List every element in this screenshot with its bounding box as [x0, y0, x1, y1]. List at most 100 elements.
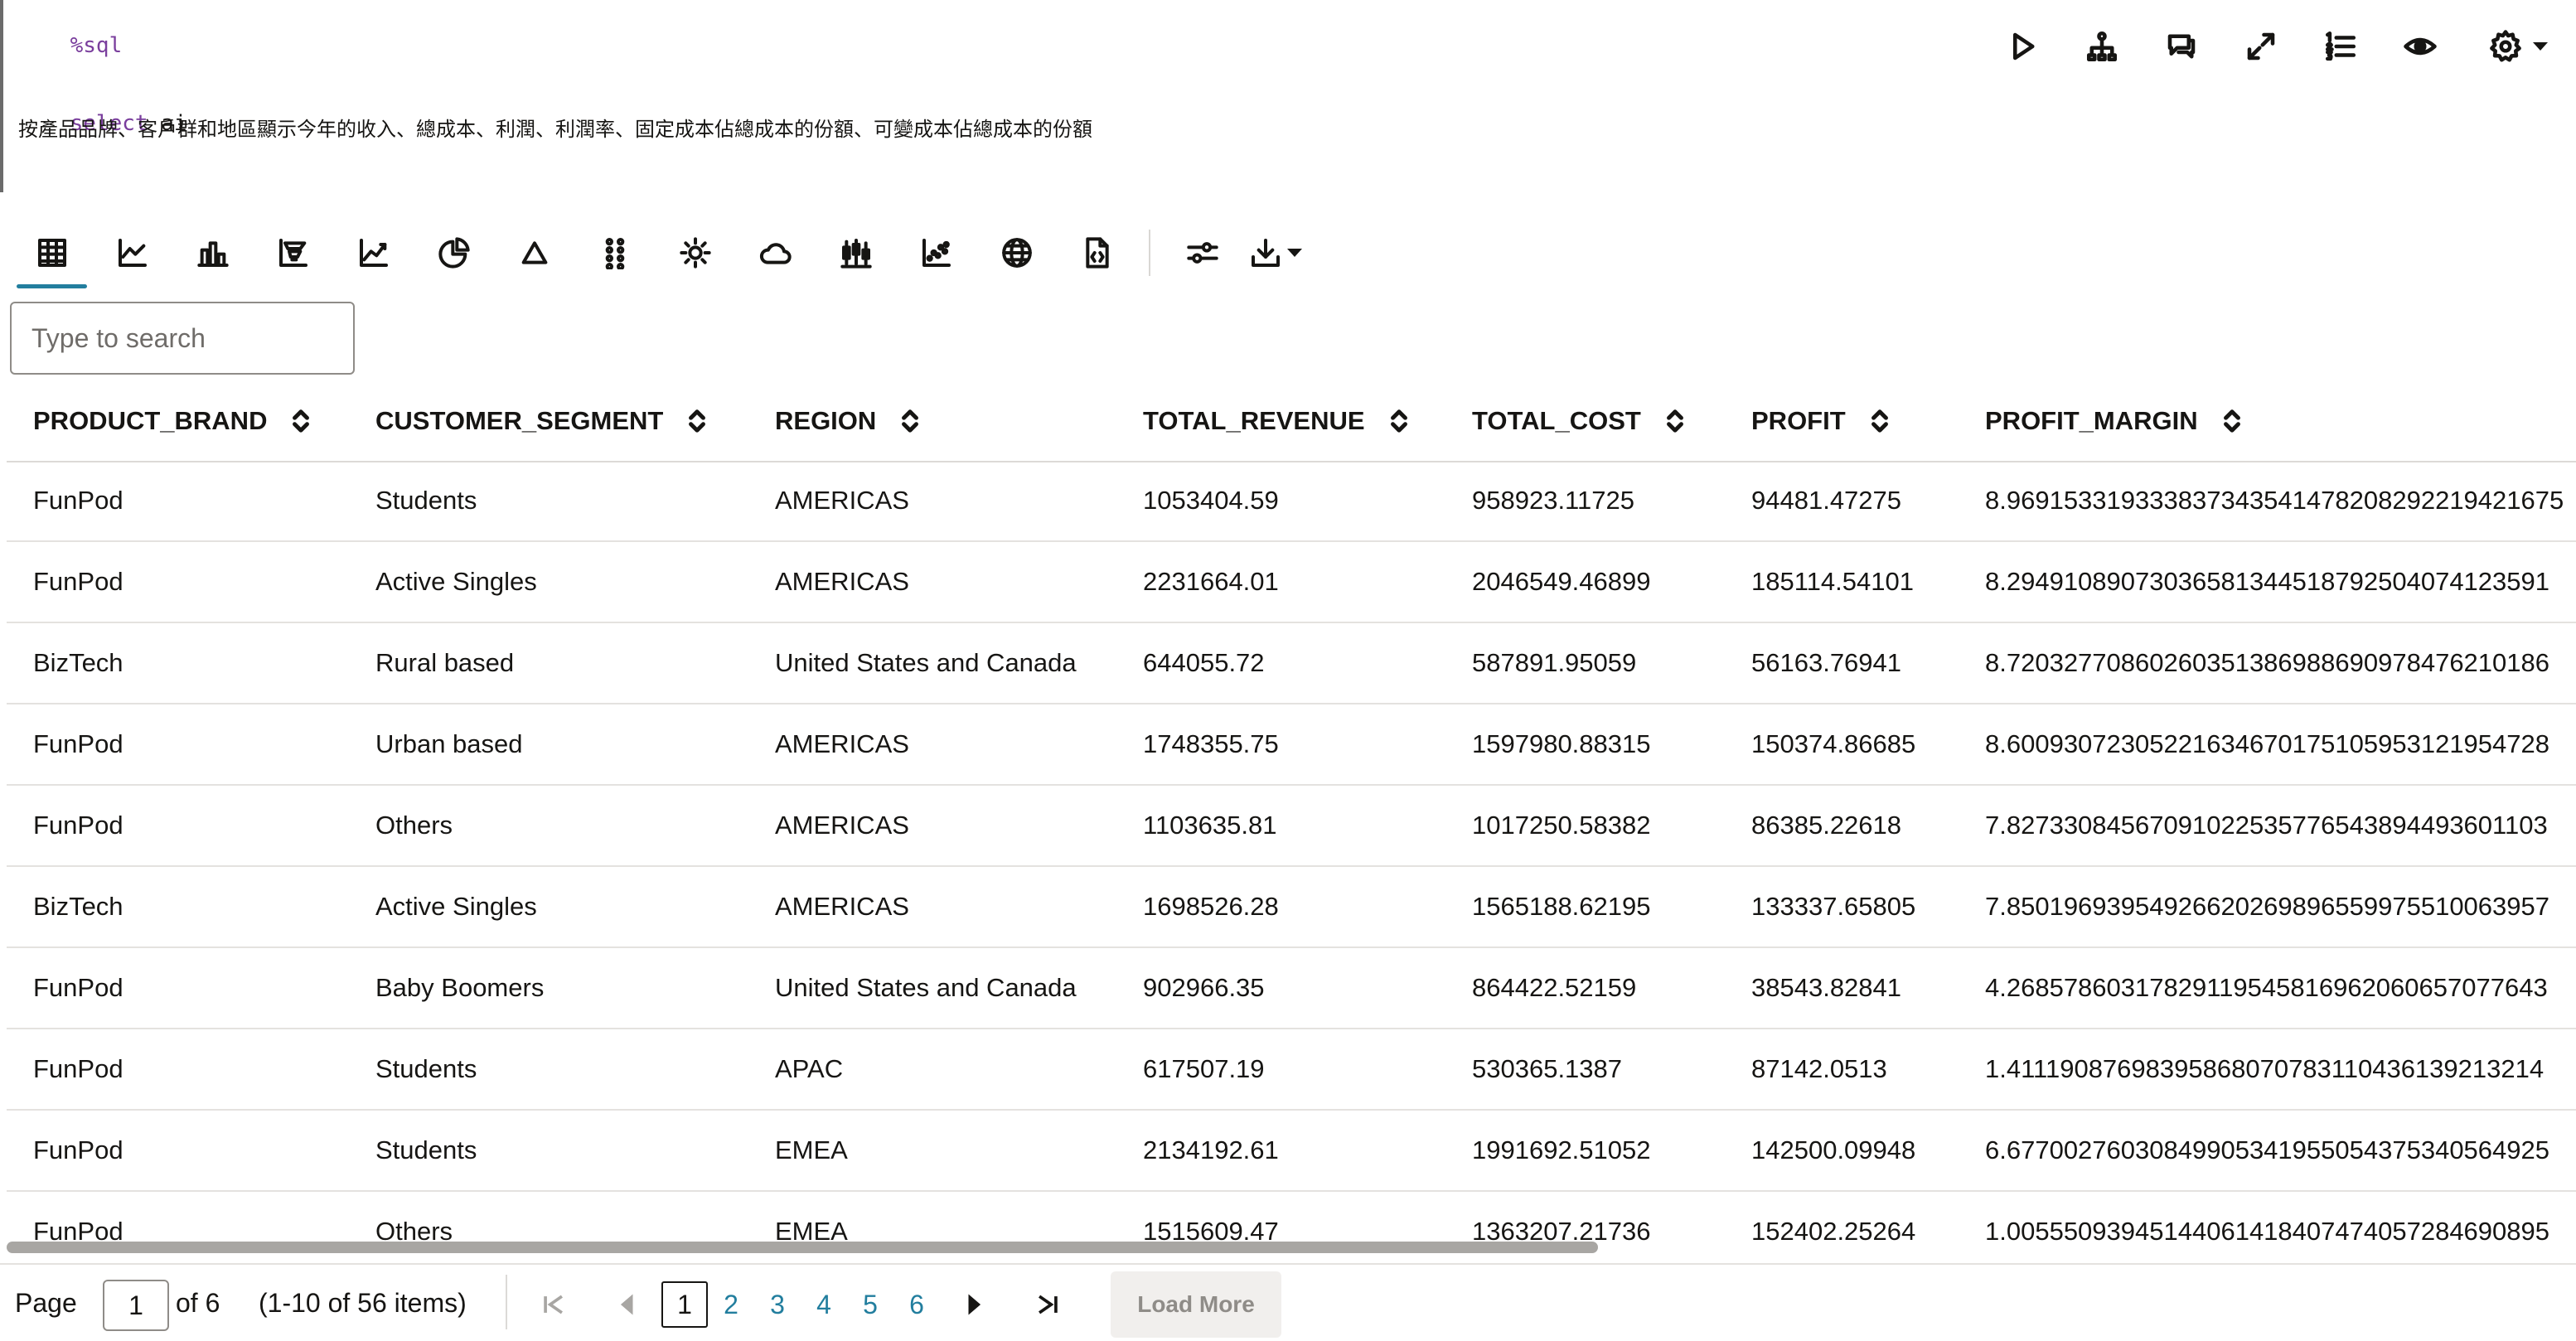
chevron-down-icon — [1287, 249, 1302, 257]
fullscreen-button[interactable] — [2221, 22, 2301, 71]
cell-total-cost: 587891.95059 — [1472, 648, 1637, 677]
cell-profit: 150374.86685 — [1751, 729, 1916, 758]
cell-customer-segment: Baby Boomers — [375, 973, 545, 1002]
sort-icon[interactable] — [686, 409, 708, 433]
numbered-list-icon — [2325, 31, 2356, 61]
line-chart-button[interactable] — [92, 217, 172, 288]
column-header-total-revenue[interactable]: TOTAL_REVENUE — [1143, 381, 1410, 461]
sort-icon[interactable] — [290, 409, 312, 433]
cell-total-cost: 1017250.58382 — [1472, 811, 1651, 840]
triangle-chart-button[interactable] — [494, 217, 574, 288]
cell-total-cost: 864422.52159 — [1472, 973, 1637, 1002]
cell-total-cost: 2046549.46899 — [1472, 567, 1651, 596]
cell-customer-segment: Urban based — [375, 729, 523, 758]
visibility-button[interactable] — [2380, 22, 2460, 71]
comments-button[interactable] — [2142, 22, 2221, 71]
map-chart-button[interactable] — [976, 217, 1057, 288]
page-number-3[interactable]: 3 — [761, 1281, 794, 1328]
cell-profit-margin: 4.26857860317829119545816962060657077643 — [1985, 973, 2548, 1002]
table-row: BizTech Rural based United States and Ca… — [7, 623, 2576, 704]
cell-total-revenue: 1053404.59 — [1143, 486, 1279, 515]
scrollbar-thumb[interactable] — [7, 1242, 1598, 1253]
sort-icon[interactable] — [2221, 409, 2243, 433]
previous-page-button[interactable] — [607, 1283, 646, 1326]
sort-icon[interactable] — [1388, 409, 1410, 433]
cell-customer-segment: Active Singles — [375, 567, 537, 596]
area-chart-button[interactable] — [333, 217, 414, 288]
sunburst-chart-button[interactable] — [655, 217, 735, 288]
cell-region: EMEA — [775, 1135, 848, 1164]
table-row: BizTech Active Singles AMERICAS 1698526.… — [7, 867, 2576, 948]
sort-icon[interactable] — [899, 409, 921, 433]
column-label: PROFIT — [1751, 406, 1846, 435]
scatter-chart-button[interactable] — [896, 217, 976, 288]
page-number-1[interactable]: 1 — [661, 1281, 708, 1328]
pyramid-chart-icon — [278, 239, 307, 267]
cell-customer-segment: Active Singles — [375, 892, 537, 921]
column-label: REGION — [775, 406, 877, 435]
first-page-button[interactable] — [534, 1283, 574, 1326]
download-icon — [1252, 239, 1280, 267]
page-number-input[interactable] — [103, 1280, 169, 1331]
column-header-profit[interactable]: PROFIT — [1751, 381, 1891, 461]
natural-language-prompt: 按產品品牌、客戶群和地區顯示今年的收入、總成本、利潤、利潤率、固定成本佔總成本的… — [18, 118, 1092, 141]
load-more-button[interactable]: Load More — [1111, 1271, 1281, 1338]
column-header-customer-segment[interactable]: CUSTOMER_SEGMENT — [375, 381, 708, 461]
page-number-5[interactable]: 5 — [854, 1281, 887, 1328]
last-page-button[interactable] — [1028, 1283, 1068, 1326]
code-magic-line: %sql — [18, 8, 123, 83]
table-view-button[interactable] — [12, 217, 92, 288]
globe-icon — [1001, 238, 1032, 268]
cell-profit-margin: 1.41119087698395868070783110436139213214 — [1985, 1054, 2545, 1083]
column-header-product-brand[interactable]: PRODUCT_BRAND — [33, 381, 312, 461]
table-row: FunPod Urban based AMERICAS 1748355.75 1… — [7, 704, 2576, 786]
page-number-6[interactable]: 6 — [900, 1281, 933, 1328]
dependencies-button[interactable] — [2062, 22, 2142, 71]
bar-chart-icon — [196, 241, 229, 267]
sql-editor[interactable]: %sql select ai 按產品品牌、客戶群和地區顯示今年的收入、總成本、利… — [0, 0, 2576, 192]
column-header-region[interactable]: REGION — [775, 381, 921, 461]
dot-grid-button[interactable] — [574, 217, 655, 288]
line-numbers-button[interactable] — [2301, 22, 2380, 71]
bar-chart-button[interactable] — [172, 217, 253, 288]
pager-divider — [506, 1275, 507, 1329]
table-row: FunPod Students APAC 617507.19 530365.13… — [7, 1029, 2576, 1111]
code-file-icon — [1085, 237, 1109, 269]
cell-product-brand: FunPod — [33, 567, 123, 596]
settings-sliders-button[interactable] — [1162, 217, 1242, 288]
cell-total-revenue: 644055.72 — [1143, 648, 1265, 677]
cell-profit: 185114.54101 — [1751, 567, 1914, 596]
next-page-button[interactable] — [955, 1283, 995, 1326]
table-search-input[interactable] — [10, 302, 355, 375]
cell-profit: 56163.76941 — [1751, 648, 1902, 677]
pyramid-chart-button[interactable] — [253, 217, 333, 288]
sliders-icon — [1186, 242, 1218, 264]
horizontal-scrollbar[interactable] — [7, 1240, 2576, 1255]
cell-customer-segment: Students — [375, 486, 477, 515]
page-number-4[interactable]: 4 — [807, 1281, 840, 1328]
table-row: FunPod Baby Boomers United States and Ca… — [7, 948, 2576, 1029]
page-number-2[interactable]: 2 — [714, 1281, 748, 1328]
word-cloud-button[interactable] — [735, 217, 816, 288]
eye-icon — [2404, 37, 2437, 56]
column-label: TOTAL_REVENUE — [1143, 406, 1365, 435]
sort-icon[interactable] — [1664, 409, 1686, 433]
pie-chart-button[interactable] — [414, 217, 494, 288]
last-page-icon — [1039, 1295, 1058, 1314]
run-button[interactable] — [1983, 22, 2062, 71]
settings-menu-button[interactable] — [2460, 22, 2576, 71]
cell-total-revenue: 2231664.01 — [1143, 567, 1279, 596]
cell-product-brand: FunPod — [33, 811, 123, 840]
download-button[interactable] — [1242, 217, 1309, 288]
paragraph-actions — [1983, 22, 2576, 71]
cell-product-brand: FunPod — [33, 729, 123, 758]
line-chart-icon — [118, 239, 147, 267]
sort-icon[interactable] — [1869, 409, 1891, 433]
cloud-icon — [759, 243, 792, 264]
box-plot-button[interactable] — [816, 217, 896, 288]
raw-output-button[interactable] — [1057, 217, 1137, 288]
column-header-profit-margin[interactable]: PROFIT_MARGIN — [1985, 381, 2576, 461]
cell-profit: 86385.22618 — [1751, 811, 1902, 840]
column-header-total-cost[interactable]: TOTAL_COST — [1472, 381, 1686, 461]
cell-profit-margin: 8.96915331933383734354147820829221942167… — [1985, 486, 2564, 515]
